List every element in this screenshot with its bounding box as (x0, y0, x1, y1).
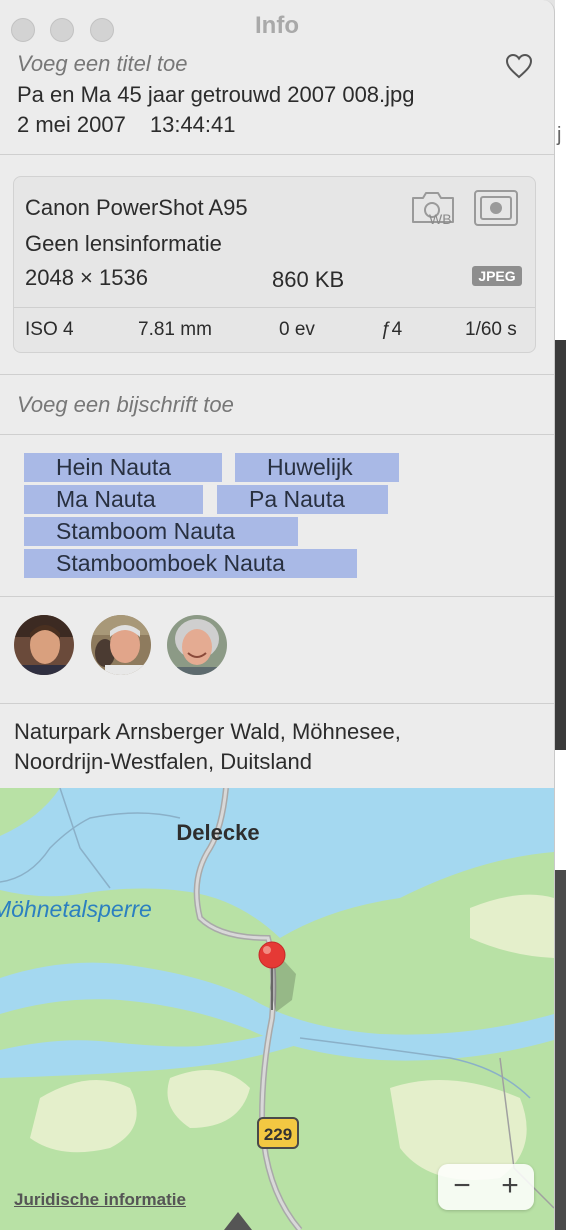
heart-icon[interactable] (505, 53, 533, 79)
lens-info: Geen lensinformatie (25, 231, 222, 256)
white-balance-icon: WB (412, 192, 454, 227)
legal-info-link[interactable]: Juridische informatie (14, 1190, 186, 1210)
metering-icon (474, 190, 518, 226)
info-window: Info Voeg een titel toe Pa en Ma 45 jaar… (0, 0, 555, 1230)
keyword-tag[interactable]: Pa Nauta (217, 485, 388, 514)
caption-field[interactable]: Voeg een bijschrift toe (17, 392, 234, 418)
dimensions: 2048 × 1536 (25, 265, 148, 290)
window-title: Info (255, 12, 299, 39)
zoom-out-button[interactable]: − (440, 1168, 484, 1206)
camera-model: Canon PowerShot A95 (25, 195, 248, 220)
svg-text:WB: WB (429, 211, 452, 227)
background-window-strip: j (555, 0, 566, 1230)
divider (14, 307, 535, 308)
road-shield-label: 229 (264, 1125, 292, 1144)
map-lake-label: Möhnetalsperre (0, 896, 152, 922)
keyword-tag[interactable]: Stamboom Nauta (24, 517, 298, 546)
location-line-1: Naturpark Arnsberger Wald, Möhnesee, (14, 719, 401, 744)
divider (0, 374, 554, 375)
date-time: 2 mei 2007 13:44:41 (17, 112, 236, 138)
keyword-tag[interactable]: Huwelijk (235, 453, 399, 482)
divider (0, 596, 554, 597)
map-town-label: Delecke (176, 820, 259, 845)
exif-shutter: 1/60 s (465, 319, 517, 340)
background-glyph: j (557, 124, 562, 146)
keyword-tag[interactable]: Stamboomboek Nauta (24, 549, 357, 578)
divider (0, 703, 554, 704)
time-text: 13:44:41 (149, 112, 236, 137)
camera-info-card: Canon PowerShot A95 Geen lensinformatie … (13, 176, 536, 353)
exif-exposure: 0 ev (279, 319, 315, 340)
keyword-tag[interactable]: Hein Nauta (24, 453, 222, 482)
exif-aperture: ƒ4 (381, 319, 403, 340)
person-avatar[interactable] (14, 615, 74, 675)
divider (0, 434, 554, 435)
person-avatar[interactable] (167, 615, 227, 675)
exif-focal-length: 7.81 mm (138, 319, 212, 340)
keyword-tag[interactable]: Ma Nauta (24, 485, 203, 514)
location-line-2: Noordrijn-Westfalen, Duitsland (14, 749, 312, 774)
divider (0, 154, 554, 155)
exif-iso: ISO 4 (25, 319, 74, 340)
zoom-in-button[interactable]: + (488, 1168, 532, 1206)
file-name: Pa en Ma 45 jaar getrouwd 2007 008.jpg (17, 82, 415, 107)
title-field[interactable]: Voeg een titel toe (17, 51, 187, 77)
background-photo (555, 870, 566, 1230)
background-photo (555, 340, 566, 750)
date-text: 2 mei 2007 (17, 112, 126, 137)
map-pin-icon[interactable] (258, 941, 286, 969)
person-avatar[interactable] (91, 615, 151, 675)
map-zoom-control: − + (438, 1164, 534, 1210)
format-badge: JPEG (472, 266, 522, 286)
file-size: 860 KB (272, 267, 345, 292)
